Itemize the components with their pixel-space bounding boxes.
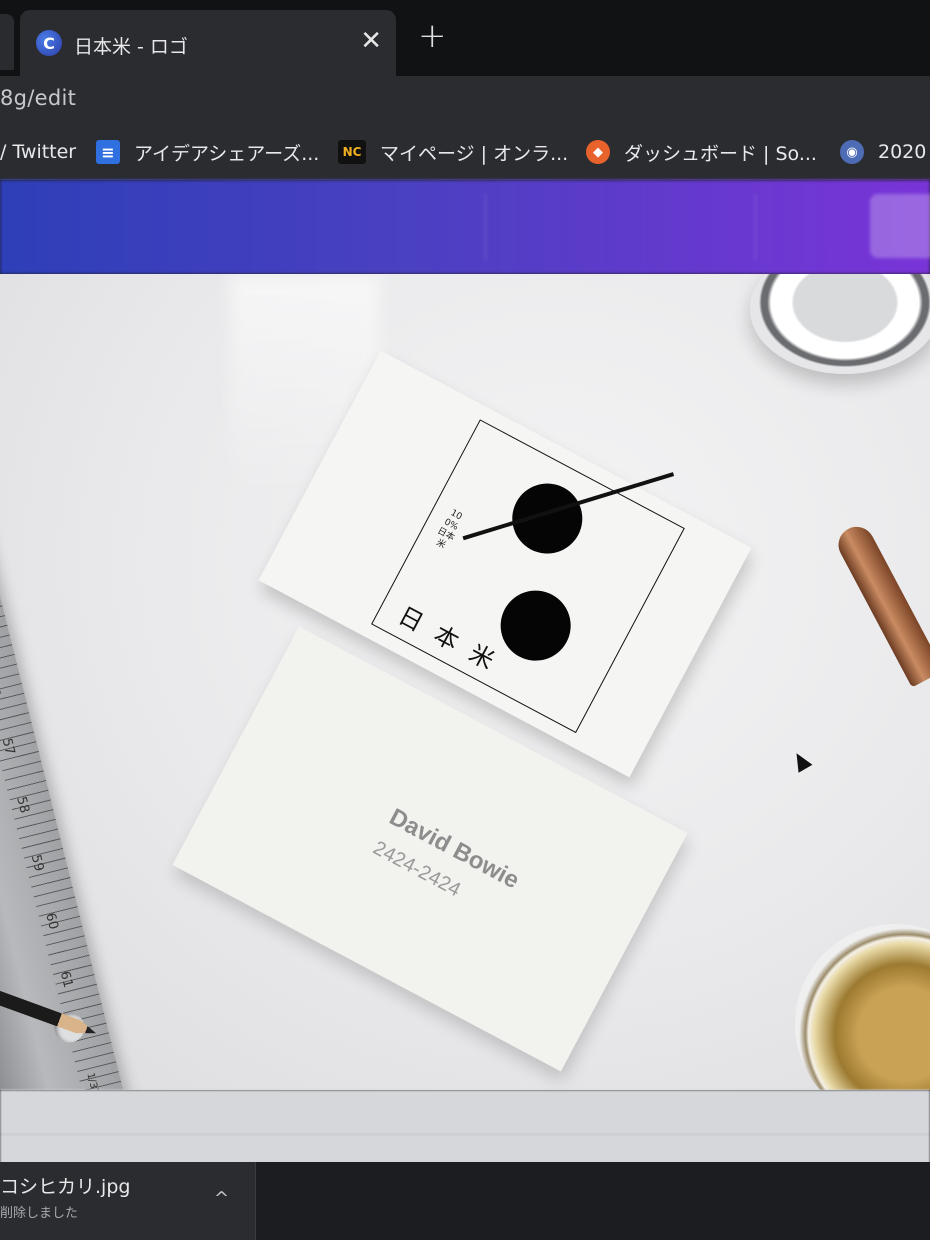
bookmark-label: アイデアシェアーズ...	[134, 142, 320, 165]
jar-lid-prop	[750, 274, 930, 374]
download-item[interactable]: コシヒカリ.jpg 削除しました ^	[0, 1162, 256, 1240]
active-tab[interactable]: C 日本米 - ロゴ ✕	[20, 10, 396, 76]
logo-frame: 100%日本米 日本米	[371, 419, 685, 734]
logo-circle	[499, 471, 595, 566]
logo-small-text: 100%日本米	[434, 508, 464, 552]
account-avatar[interactable]	[870, 194, 930, 258]
tab-title: 日本米 - ロゴ	[74, 36, 188, 58]
bookmark-label: マイページ | オンラ...	[380, 142, 569, 165]
pen-prop	[832, 520, 930, 688]
school-icon: ◉	[840, 140, 864, 164]
chevron-up-icon[interactable]: ^	[214, 1188, 229, 1209]
bookmark-twitter[interactable]: / Twitter	[0, 137, 76, 167]
mouse-cursor-icon	[789, 749, 813, 773]
bookmark-label: / Twitter	[0, 141, 77, 163]
canva-editor-header	[0, 180, 930, 274]
previous-tab-edge[interactable]	[0, 14, 14, 70]
address-bar[interactable]: 8g/edit	[0, 76, 930, 124]
download-shelf: コシヒカリ.jpg 削除しました ^	[0, 1162, 930, 1240]
bookmark-mypage[interactable]: NC マイページ | オンラ...	[338, 137, 568, 167]
footer-divider	[0, 1134, 930, 1135]
bookmark-2020[interactable]: ◉ 2020	[840, 137, 926, 167]
bookmark-idea-shares[interactable]: ≡ アイデアシェアーズ...	[96, 137, 319, 167]
bookmark-dashboard[interactable]: ◆ ダッシュボード | So...	[586, 137, 817, 167]
bookmark-label: ダッシュボード | So...	[624, 142, 817, 165]
bookmark-label: 2020	[878, 141, 927, 163]
docs-icon: ≡	[96, 140, 120, 164]
coffee-cup-prop	[795, 924, 930, 1090]
editor-footer	[0, 1090, 930, 1168]
design-canvas[interactable]: 55 56 57 58 59 60 61 1/32 INCHES 100%日本米…	[0, 274, 930, 1090]
close-icon[interactable]: ✕	[360, 26, 382, 56]
plus-icon[interactable]: +	[418, 18, 447, 54]
canva-favicon-icon: C	[36, 30, 62, 56]
nc-icon: NC	[338, 140, 366, 164]
header-divider	[755, 194, 756, 260]
dashboard-icon: ◆	[586, 140, 610, 164]
download-status: 削除しました	[0, 1206, 79, 1221]
url-text[interactable]: 8g/edit	[0, 86, 76, 110]
bookmarks-bar: / Twitter ≡ アイデアシェアーズ... NC マイページ | オンラ.…	[0, 124, 930, 180]
tab-strip: C 日本米 - ロゴ ✕ +	[0, 0, 930, 76]
header-divider	[485, 194, 486, 260]
download-filename: コシヒカリ.jpg	[0, 1176, 131, 1198]
